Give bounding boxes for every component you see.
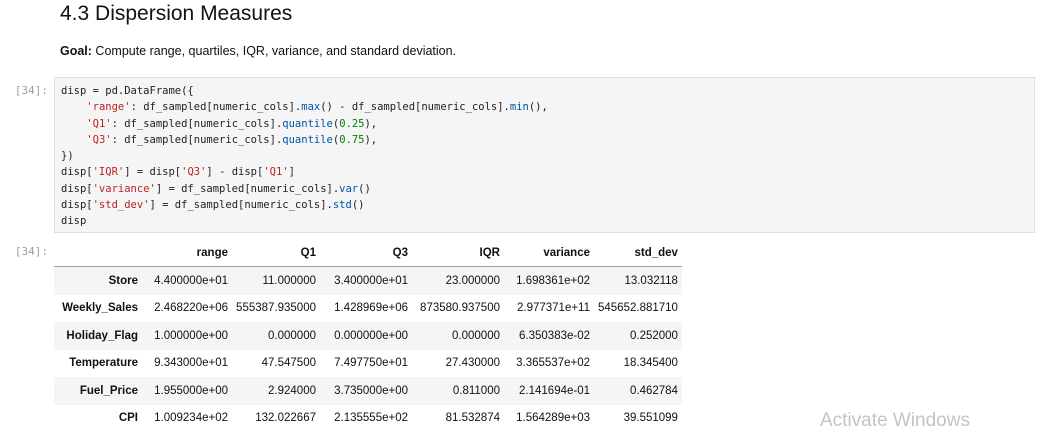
dataframe-output: range Q1 Q3 IQR variance std_dev Store 4.… xyxy=(54,240,682,432)
table-header-row: range Q1 Q3 IQR variance std_dev xyxy=(54,240,682,267)
table-cell: 3.365537e+02 xyxy=(516,357,590,370)
table-cell: 3.400000e+01 xyxy=(334,274,408,287)
column-header: std_dev xyxy=(594,240,682,267)
table-cell: 18.345400 xyxy=(623,357,678,370)
section-heading: 4.3 Dispersion Measures xyxy=(60,2,293,25)
index-header xyxy=(54,240,142,267)
table-cell: 23.000000 xyxy=(445,274,500,287)
table-row: Fuel_Price 1.955000e+00 2.924000 3.735000e+… xyxy=(54,377,682,405)
table-cell: 81.532874 xyxy=(445,412,500,425)
table-cell: 555387.935000 xyxy=(236,302,316,315)
table-cell: 2.924000 xyxy=(268,384,316,397)
table-cell: 39.551099 xyxy=(623,412,678,425)
output-cell-prompt: [34]: xyxy=(14,245,48,258)
code-cell-prompt: [34]: xyxy=(14,84,48,97)
table-row: Holiday_Flag 1.000000e+00 0.000000 0.000000… xyxy=(54,322,682,350)
table-cell: 0.462784 xyxy=(629,384,678,397)
table-cell: 27.430000 xyxy=(445,357,500,370)
goal-label: Goal: xyxy=(60,44,92,58)
table-cell: 2.977371e+11 xyxy=(516,302,590,315)
row-index-label: CPI xyxy=(118,412,138,425)
table-cell: 0.000000e+00 xyxy=(334,329,408,342)
notebook-page: 4.3 Dispersion Measures Goal: Compute ra… xyxy=(0,0,1049,438)
table-cell: 1.428969e+06 xyxy=(334,302,408,315)
table-cell: 132.022667 xyxy=(255,412,316,425)
table-cell: 1.698361e+02 xyxy=(516,274,590,287)
table-row: Weekly_Sales 2.468220e+06 555387.935000 1.4… xyxy=(54,295,682,323)
table-cell: 3.735000e+00 xyxy=(334,384,408,397)
table-cell: 873580.937500 xyxy=(420,302,500,315)
table-cell: 2.468220e+06 xyxy=(154,302,228,315)
row-index-label: Holiday_Flag xyxy=(66,329,138,342)
table-row: Temperature 9.343000e+01 47.547500 7.497750… xyxy=(54,350,682,378)
table-cell: 47.547500 xyxy=(261,357,316,370)
table-cell: 13.032118 xyxy=(624,274,678,287)
goal-description: Compute range, quartiles, IQR, variance,… xyxy=(91,44,457,58)
goal-text: Goal: Compute range, quartiles, IQR, var… xyxy=(60,42,456,60)
table-cell: 2.135555e+02 xyxy=(334,412,408,425)
row-index-label: Temperature xyxy=(69,357,138,370)
table-cell: 11.000000 xyxy=(262,274,316,287)
row-index-label: Store xyxy=(108,274,138,287)
row-index-label: Weekly_Sales xyxy=(62,302,138,315)
column-header: Q1 xyxy=(232,240,320,267)
table-cell: 7.497750e+01 xyxy=(334,357,408,370)
code-editor[interactable]: disp = pd.DataFrame({ 'range': df_sample… xyxy=(55,78,1034,230)
column-header: range xyxy=(142,240,232,267)
table-cell: 0.811000 xyxy=(452,384,500,397)
column-header: Q3 xyxy=(320,240,412,267)
code-cell[interactable]: disp = pd.DataFrame({ 'range': df_sample… xyxy=(54,77,1035,233)
table-cell: 4.400000e+01 xyxy=(154,274,228,287)
table-cell: 1.009234e+02 xyxy=(154,412,228,425)
column-header: IQR xyxy=(412,240,504,267)
table-cell: 1.000000e+00 xyxy=(154,329,228,342)
table-row: CPI 1.009234e+02 132.022667 2.135555e+02 81.… xyxy=(54,405,682,433)
table-cell: 0.000000 xyxy=(452,329,500,342)
table-cell: 9.343000e+01 xyxy=(154,357,228,370)
table-row: Store 4.400000e+01 11.000000 3.400000e+01 23… xyxy=(54,266,682,295)
column-header: variance xyxy=(504,240,594,267)
table-cell: 0.252000 xyxy=(629,329,678,342)
table-cell: 1.564289e+03 xyxy=(516,412,590,425)
table-cell: 6.350383e-02 xyxy=(519,329,590,342)
row-index-label: Fuel_Price xyxy=(79,384,138,397)
table-cell: 0.000000 xyxy=(268,329,316,342)
table-cell: 2.141694e-01 xyxy=(519,384,590,397)
table-cell: 545652.881710 xyxy=(598,302,678,315)
table-cell: 1.955000e+00 xyxy=(154,384,228,397)
activate-windows-watermark: Activate Windows xyxy=(820,410,970,431)
